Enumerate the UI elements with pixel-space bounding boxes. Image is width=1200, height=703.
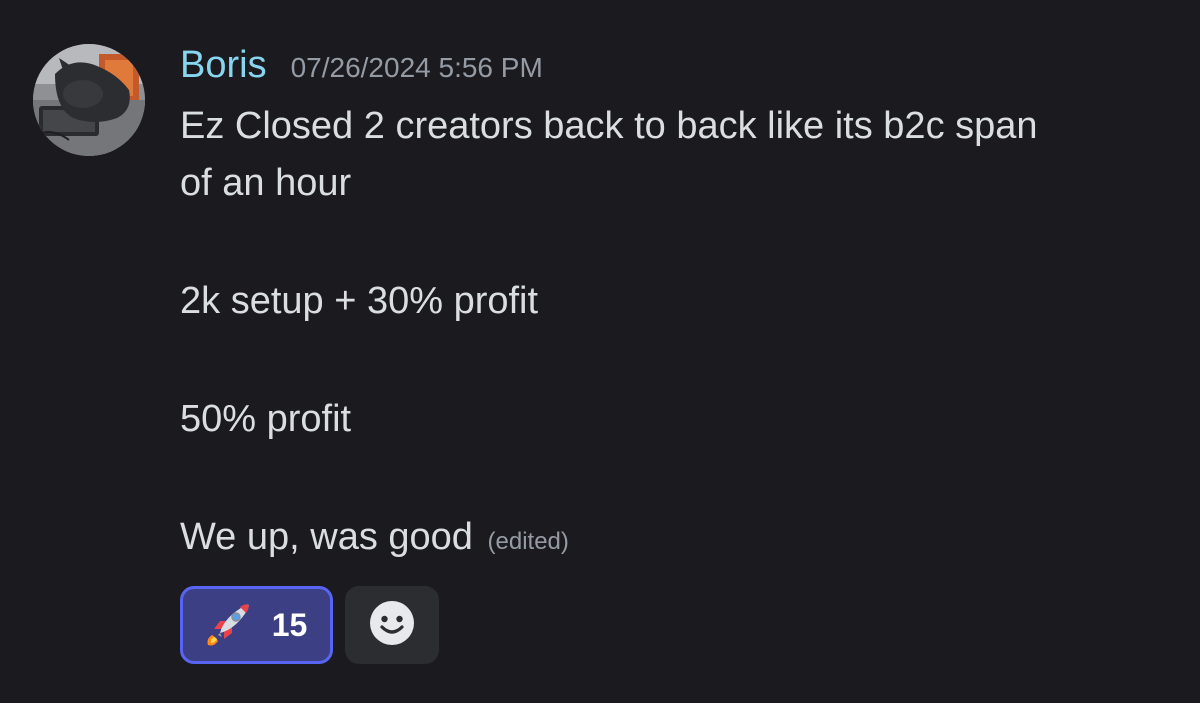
timestamp: 07/26/2024 5:56 PM [290,52,543,83]
rocket-reaction-button[interactable]: 15 [180,586,333,664]
message-content: Ez Closed 2 creators back to back like i… [180,98,1170,570]
reaction-count: 15 [271,606,308,643]
message-line-last: We up, was good (edited) [180,509,1170,570]
add-reaction-button[interactable] [345,586,439,664]
message-header: Boris 07/26/2024 5:56 PM [180,40,543,90]
message-line: 50% profit [180,398,352,440]
message-line-text: We up, was good [180,516,473,558]
message-line: Ez Closed 2 creators back to back like i… [180,105,1038,147]
rocket-icon [206,599,254,652]
edited-label: (edited) [487,528,569,555]
message-line: of an hour [180,162,352,204]
smiley-icon [369,600,415,651]
cat-avatar-image [33,44,145,156]
username[interactable]: Boris [180,40,267,90]
avatar[interactable] [33,44,145,156]
message-line: 2k setup + 30% profit [180,280,539,322]
reactions-bar: 15 [180,586,439,664]
chat-message: Boris 07/26/2024 5:56 PM Ez Closed 2 cre… [0,0,1200,703]
